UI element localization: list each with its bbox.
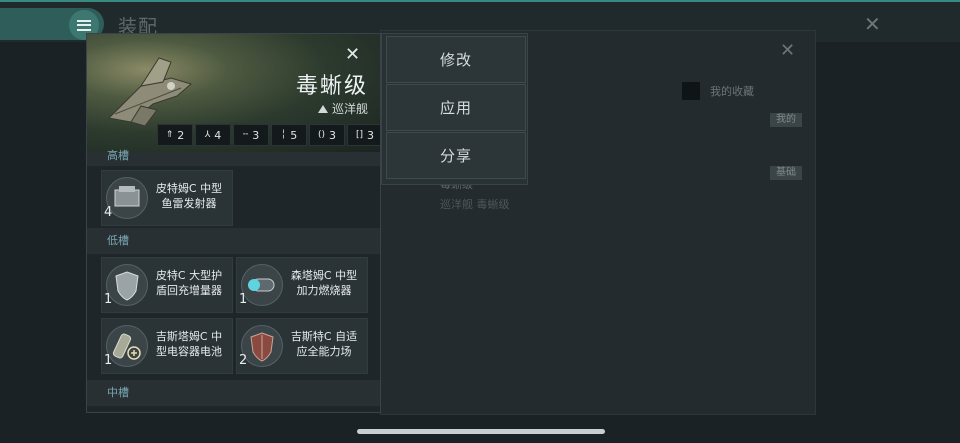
tag-mine[interactable]: 我的	[770, 113, 802, 127]
module-name-line-1: 吉斯特C 自适	[290, 330, 358, 343]
high-slot-icon: ╌	[242, 130, 249, 140]
module-name-line-1: 皮特姆C 中型	[155, 182, 223, 195]
low-slot-header: 低槽	[87, 228, 380, 254]
module-name-line-1: 皮特C 大型护	[155, 269, 223, 282]
module-slot-low-2[interactable]: 1 森塔姆C 中型 加力燃烧器	[236, 257, 368, 313]
mid-slot-stat: ╎ 5	[271, 124, 307, 146]
favorites-label: 我的收藏	[710, 85, 754, 98]
module-name: 吉斯特C 自适 应全能力场	[285, 329, 363, 359]
module-name-line-2: 加力燃烧器	[296, 284, 352, 297]
ship-name: 毒蜥级	[295, 74, 368, 99]
module-name-line-2: 鱼雷发射器	[161, 197, 217, 210]
favorites-checkbox[interactable]	[682, 82, 700, 100]
module-slot-low-4[interactable]: 2 吉斯特C 自适 应全能力场	[236, 318, 368, 374]
ship-class: 巡洋舰	[317, 100, 368, 117]
afterburner-icon	[241, 264, 283, 306]
mid-slot-header: 中槽	[87, 380, 380, 406]
stat-value: 4	[214, 128, 222, 142]
tag-basic[interactable]: 基础	[770, 166, 802, 180]
capacitor-battery-icon	[106, 325, 148, 367]
share-button[interactable]: 分享	[386, 132, 526, 179]
high-slot-header: 高槽	[87, 150, 380, 166]
ship-image	[107, 57, 193, 127]
module-name-line-2: 应全能力场	[296, 345, 352, 358]
top-accent-line	[0, 0, 960, 2]
launcher-hardpoint-stat: ⅄ 4	[195, 124, 231, 146]
stat-value: 5	[290, 128, 298, 142]
mid-slot-icon: ╎	[280, 130, 287, 140]
module-name: 吉斯塔姆C 中 型电容器电池	[150, 329, 228, 359]
module-name-line-2: 型电容器电池	[156, 345, 222, 358]
module-slot-low-1[interactable]: 1 皮特C 大型护 盾回充增量器	[101, 257, 233, 313]
ship-stats: ⇑ 2 ⅄ 4 ╌ 3 ╎ 5 () 3 [] 3	[157, 124, 380, 146]
card-close-icon[interactable]: ✕	[345, 44, 360, 65]
torpedo-launcher-icon	[106, 177, 148, 219]
module-slot-low-3[interactable]: 1 吉斯塔姆C 中 型电容器电池	[101, 318, 233, 374]
context-menu: 修改 应用 分享	[381, 33, 528, 185]
panel-close-icon[interactable]: ✕	[780, 40, 795, 61]
high-slot-stat: ╌ 3	[233, 124, 269, 146]
module-name: 皮特姆C 中型 鱼雷发射器	[150, 181, 228, 211]
shield-extender-icon	[106, 264, 148, 306]
module-slot-high-1[interactable]: 4 皮特姆C 中型 鱼雷发射器	[101, 170, 233, 226]
turret-hardpoint-icon: ⇑	[165, 130, 174, 140]
apply-button[interactable]: 应用	[386, 84, 526, 131]
launcher-hardpoint-icon: ⅄	[204, 130, 211, 140]
cruiser-class-icon	[317, 104, 328, 113]
rig-slot-icon: []	[355, 130, 364, 140]
turret-hardpoint-stat: ⇑ 2	[157, 124, 193, 146]
module-name-line-1: 吉斯塔姆C 中	[155, 330, 223, 343]
module-name: 森塔姆C 中型 加力燃烧器	[285, 268, 363, 298]
home-indicator	[357, 429, 605, 434]
ship-fitting-card: ✕ 毒蜥级 巡洋舰 ⇑ 2 ⅄ 4 ╌ 3 ╎ 5 () 3 [] 3 高槽 4 皮特姆C …	[86, 33, 381, 413]
module-name: 皮特C 大型护 盾回充增量器	[150, 268, 228, 298]
module-count: 2	[239, 353, 248, 368]
stat-value: 2	[177, 128, 185, 142]
module-name-line-2: 盾回充增量器	[156, 284, 222, 297]
hamburger-icon	[77, 19, 91, 31]
adaptive-field-icon	[241, 325, 283, 367]
module-count: 1	[239, 292, 248, 307]
stat-value: 3	[252, 128, 260, 142]
module-count: 1	[104, 353, 113, 368]
low-slot-stat: () 3	[309, 124, 345, 146]
module-count: 1	[104, 292, 113, 307]
rig-slot-stat: [] 3	[347, 124, 380, 146]
stat-value: 3	[367, 128, 375, 142]
module-count: 4	[104, 205, 113, 220]
ship-class-label: 巡洋舰	[331, 102, 368, 116]
modify-button[interactable]: 修改	[386, 36, 526, 83]
ship-header: ✕ 毒蜥级 巡洋舰 ⇑ 2 ⅄ 4 ╌ 3 ╎ 5 () 3 [] 3	[87, 34, 380, 152]
close-icon[interactable]: ✕	[864, 12, 881, 36]
list-item-subtitle: 巡洋舰 毒蜥级	[440, 198, 510, 211]
module-name-line-1: 森塔姆C 中型	[290, 269, 358, 282]
stat-value: 3	[329, 128, 337, 142]
low-slot-icon: ()	[317, 130, 326, 140]
